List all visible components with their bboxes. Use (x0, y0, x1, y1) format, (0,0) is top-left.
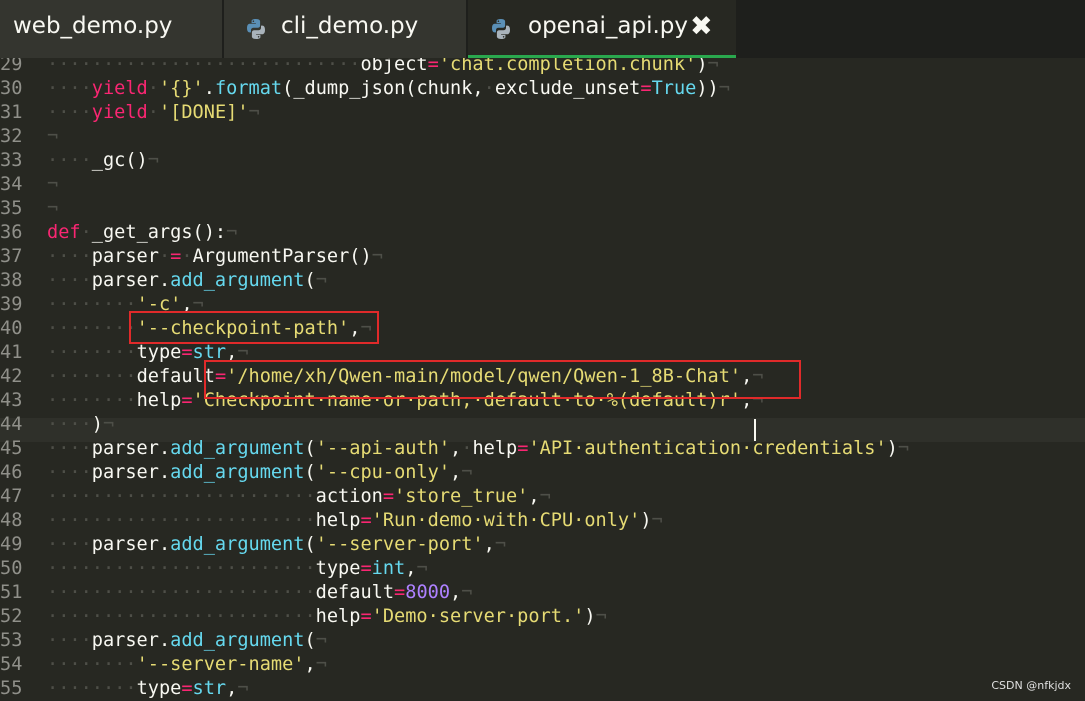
code-line[interactable]: def·_get_args():¬ (47, 221, 237, 245)
code-line[interactable]: ····yield·'[DONE]'¬ (47, 101, 260, 125)
code-line[interactable]: ¬ (47, 197, 58, 221)
line-number: 46 (0, 462, 23, 483)
code-line[interactable]: ························action='store_tr… (47, 485, 551, 509)
line-number: 39 (0, 294, 23, 315)
code-line[interactable]: ········type=str,¬ (47, 677, 249, 701)
tab-openai-api[interactable]: openai_api.py ✖ (468, 0, 736, 58)
line-number: 38 (0, 270, 23, 291)
line-number: 29 (0, 58, 23, 75)
line-number: 49 (0, 534, 23, 555)
python-icon (247, 19, 265, 39)
code-line[interactable]: ························type=int,¬ (47, 557, 428, 581)
code-line[interactable]: ····parser·=·ArgumentParser()¬ (47, 245, 383, 269)
line-number: 40 (0, 318, 23, 339)
line-number: 51 (0, 582, 23, 603)
code-editor[interactable]: 29 ····························object='ch… (0, 58, 1085, 701)
line-number: 41 (0, 342, 23, 363)
line-number: 44 (0, 414, 23, 435)
code-line[interactable]: ························help='Demo·serve… (47, 605, 607, 629)
code-line[interactable]: ¬ (47, 173, 58, 197)
line-number: 48 (0, 510, 23, 531)
code-line[interactable]: ····parser.add_argument('--api-auth',·he… (47, 437, 909, 461)
code-line[interactable]: ····parser.add_argument(¬ (47, 269, 327, 293)
code-line[interactable]: ························help='Run·demo·w… (47, 509, 663, 533)
code-line[interactable]: ····yield·'{}'.format(_dump_json(chunk,·… (47, 77, 730, 101)
line-number: 36 (0, 222, 23, 243)
tab-web-demo[interactable]: web_demo.py (0, 0, 222, 58)
watermark: CSDN @nfkjdx (991, 679, 1071, 692)
line-number: 33 (0, 150, 23, 171)
code-line[interactable]: ····························object='chat… (47, 58, 719, 77)
line-number: 42 (0, 366, 23, 387)
line-number: 55 (0, 678, 23, 699)
line-number: 37 (0, 246, 23, 267)
code-line[interactable]: ····parser.add_argument('--server-port',… (47, 533, 506, 557)
close-icon[interactable]: ✖ (690, 11, 713, 42)
code-line[interactable]: ····parser.add_argument('--cpu-only',¬ (47, 461, 472, 485)
line-number: 32 (0, 126, 23, 147)
code-line[interactable]: ····parser.add_argument(¬ (47, 629, 327, 653)
code-line[interactable]: ························default=8000,¬ (47, 581, 472, 605)
line-number: 53 (0, 630, 23, 651)
line-number: 34 (0, 174, 23, 195)
code-line[interactable]: ¬ (47, 125, 58, 149)
line-number: 31 (0, 102, 23, 123)
checkpoint-path-highlight-box (129, 311, 379, 344)
line-number: 47 (0, 486, 23, 507)
code-line[interactable]: ········'--server-name',¬ (47, 653, 327, 677)
line-number: 30 (0, 78, 23, 99)
tab-label: openai_api.py (528, 13, 688, 39)
tab-label: web_demo.py (13, 13, 173, 39)
line-number: 45 (0, 438, 23, 459)
default-path-highlight-box (204, 360, 801, 399)
line-number: 50 (0, 558, 23, 579)
line-number: 43 (0, 390, 23, 411)
line-number: 54 (0, 654, 23, 675)
line-number: 35 (0, 198, 23, 219)
tab-cli-demo[interactable]: cli_demo.py (224, 0, 466, 58)
python-icon (492, 19, 510, 39)
code-line[interactable]: ····)¬ (47, 413, 114, 437)
line-number: 52 (0, 606, 23, 627)
tab-label: cli_demo.py (281, 13, 419, 39)
code-line[interactable]: ····_gc()¬ (47, 149, 159, 173)
tab-bar: web_demo.py cli_demo.py openai_api.py ✖ (0, 0, 1085, 58)
text-cursor (754, 419, 756, 441)
